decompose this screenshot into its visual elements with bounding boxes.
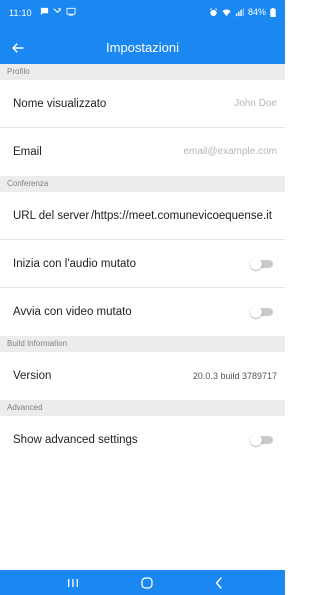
recent-apps-button[interactable] — [53, 570, 93, 595]
settings-screen: 11:10 84% Impostazioni Profilo Nome visu… — [0, 0, 285, 595]
display-name-label: Nome visualizzato — [13, 98, 107, 110]
toggle-thumb — [250, 258, 262, 270]
show-advanced-label: Show advanced settings — [13, 434, 138, 446]
server-url-row[interactable]: URL del server https://meet.comunevicoeq… — [0, 192, 285, 240]
show-advanced-row[interactable]: Show advanced settings — [0, 416, 285, 464]
server-url-field[interactable]: https://meet.comunevicoequense.it/ — [91, 192, 279, 240]
back-button[interactable] — [6, 36, 30, 60]
system-nav-bar — [0, 570, 285, 595]
page-title: Impostazioni — [106, 40, 179, 55]
email-field[interactable]: email@example.com — [183, 128, 277, 176]
server-url-label: URL del server — [13, 210, 90, 222]
video-muted-toggle[interactable] — [250, 306, 274, 318]
version-value: 20.0.3 build 3789717 — [192, 371, 277, 381]
audio-muted-row[interactable]: Inizia con l'audio mutato — [0, 240, 285, 288]
section-header-build: Build Information — [0, 336, 285, 352]
status-bar: 11:10 84% — [0, 0, 285, 32]
battery-percentage: 84% — [247, 7, 266, 17]
missed-call-icon — [53, 7, 62, 16]
battery-icon — [270, 7, 276, 17]
audio-muted-label: Inizia con l'audio mutato — [13, 258, 137, 270]
status-right-icons: 84% — [209, 7, 276, 17]
display-name-field[interactable]: John Doe — [234, 80, 277, 128]
status-left-icons — [40, 7, 76, 16]
arrow-left-icon — [6, 36, 30, 60]
version-row: Version 20.0.3 build 3789717 — [0, 352, 285, 400]
toggle-thumb — [250, 306, 262, 318]
system-back-button[interactable] — [199, 570, 239, 595]
section-header-advanced: Advanced — [0, 400, 285, 416]
audio-muted-toggle[interactable] — [250, 258, 274, 270]
email-label: Email — [13, 146, 42, 158]
app-bar: Impostazioni — [0, 32, 285, 64]
home-button[interactable] — [127, 570, 167, 595]
alarm-icon — [209, 7, 218, 17]
settings-list: Profilo Nome visualizzato John Doe Email… — [0, 64, 285, 464]
wifi-icon — [222, 8, 231, 17]
toggle-thumb — [250, 434, 262, 446]
version-label: Version — [13, 370, 52, 382]
status-time: 11:10 — [9, 8, 32, 18]
signal-icon — [235, 7, 244, 17]
video-muted-row[interactable]: Avvia con video mutato — [0, 288, 285, 336]
message-icon — [40, 7, 49, 16]
show-advanced-toggle[interactable] — [250, 434, 274, 446]
cast-icon — [66, 7, 76, 16]
video-muted-label: Avvia con video mutato — [13, 306, 132, 318]
section-header-conference: Conferenza — [0, 176, 285, 192]
section-header-profile: Profilo — [0, 64, 285, 80]
display-name-row[interactable]: Nome visualizzato John Doe — [0, 80, 285, 128]
email-row[interactable]: Email email@example.com — [0, 128, 285, 176]
